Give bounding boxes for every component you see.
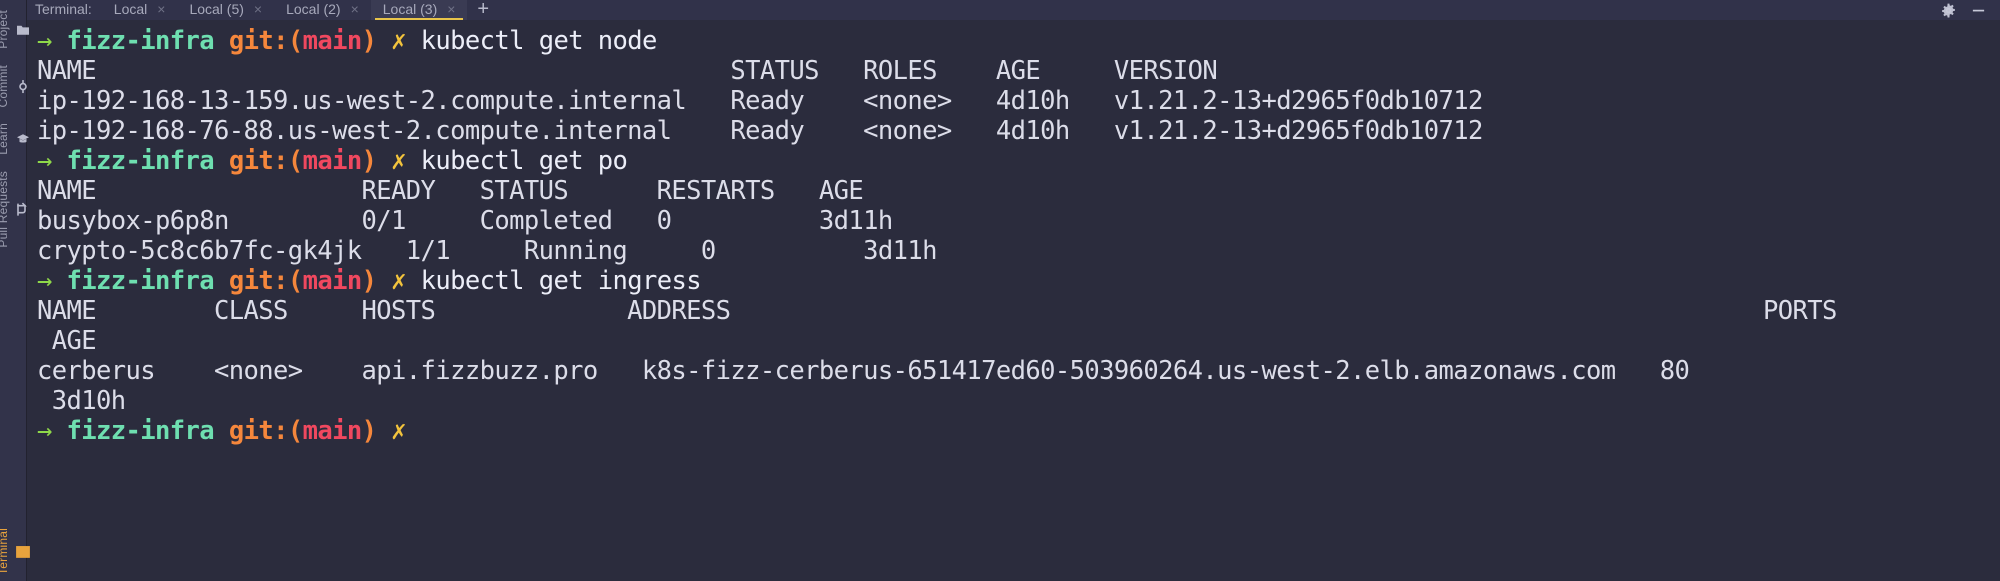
sidebar-item-pull-requests[interactable]: Pull Requests (0, 161, 33, 254)
folder-icon (16, 22, 30, 36)
close-icon[interactable]: × (157, 2, 165, 16)
commit-icon (16, 79, 30, 93)
prompt-git-open: git:( (228, 26, 303, 56)
sidebar-item-terminal-label: Terminal (0, 528, 10, 575)
prompt-status-icon: ✗ (391, 146, 406, 176)
terminal-command: kubectl get ingress (420, 266, 702, 296)
settings-gear-icon[interactable] (1940, 2, 1956, 18)
sidebar-item-learn-label: Learn (0, 123, 10, 155)
sidebar-item-project[interactable]: Project (0, 0, 33, 55)
prompt-git-open: git:( (228, 416, 303, 446)
sidebar-item-pull-requests-label: Pull Requests (0, 171, 10, 248)
add-tab-button[interactable]: + (467, 0, 499, 20)
prompt-arrow: → (37, 416, 52, 446)
terminal-command: kubectl get po (420, 146, 628, 176)
sidebar-item-project-label: Project (0, 10, 10, 49)
prompt-directory: fizz-infra (66, 266, 215, 296)
terminal-line: → fizz-infra git:(main) ✗ kubectl get po (37, 146, 2000, 176)
terminal-line: → fizz-infra git:(main) ✗ kubectl get no… (37, 26, 2000, 56)
pull-request-icon (16, 202, 30, 216)
prompt-git-open: git:( (228, 146, 303, 176)
terminal-line: crypto-5c8c6b7fc-gk4jk 1/1 Running 0 3d1… (37, 236, 937, 266)
terminal-line: NAME READY STATUS RESTARTS AGE (37, 176, 864, 206)
prompt-directory: fizz-infra (66, 416, 215, 446)
terminal-command: kubectl get node (420, 26, 658, 56)
prompt-directory: fizz-infra (66, 146, 215, 176)
sidebar-item-commit-label: Commit (0, 64, 10, 108)
prompt-status-icon: ✗ (391, 26, 406, 56)
prompt-git-open: git:( (228, 266, 303, 296)
prompt-status-icon: ✗ (391, 416, 406, 446)
prompt-git-branch: main (302, 146, 363, 176)
prompt-git-branch: main (302, 416, 363, 446)
tab-local-3[interactable]: Local (3) × (370, 0, 468, 20)
prompt-git-branch: main (302, 26, 363, 56)
prompt-directory: fizz-infra (66, 26, 215, 56)
tool-strip-top-group: Project Commit Learn Pull Requests (0, 0, 33, 254)
tab-local-2-label: Local (2) (286, 1, 341, 17)
prompt-status-icon: ✗ (391, 266, 406, 296)
prompt-git-close: ) (361, 146, 377, 176)
prompt-arrow: → (37, 146, 52, 176)
tab-local-5-label: Local (5) (189, 1, 244, 17)
tool-window-strip: Project Commit Learn Pull Requests Termi… (0, 0, 30, 581)
terminal-scrollbar[interactable] (1994, 20, 2000, 581)
terminal-line: busybox-p6p8n 0/1 Completed 0 3d11h (37, 206, 893, 236)
tab-bar-actions (1940, 2, 2000, 20)
terminal-line: → fizz-infra git:(main) ✗ (37, 416, 2000, 446)
tab-local[interactable]: Local × (102, 0, 178, 20)
terminal-main-column: Terminal: Local × Local (5) × Local (2) … (27, 0, 2000, 581)
terminal-line: ip-192-168-13-159.us-west-2.compute.inte… (37, 86, 1483, 116)
close-icon[interactable]: × (447, 2, 455, 16)
tab-bar-title: Terminal: (35, 1, 92, 17)
minimize-icon[interactable] (1970, 2, 1986, 18)
close-icon[interactable]: × (254, 2, 262, 16)
prompt-arrow: → (37, 266, 52, 296)
terminal-line: NAME STATUS ROLES AGE VERSION (37, 56, 1218, 86)
prompt-git-branch: main (302, 266, 363, 296)
sidebar-item-commit[interactable]: Commit (0, 55, 33, 114)
terminal-line: ip-192-168-76-88.us-west-2.compute.inter… (37, 116, 1483, 146)
tool-strip-bottom-group: Terminal (0, 518, 33, 581)
prompt-git-close: ) (361, 26, 377, 56)
prompt-git-close: ) (361, 416, 377, 446)
close-icon[interactable]: × (351, 2, 359, 16)
terminal-line: AGE (37, 326, 97, 356)
tab-local-2[interactable]: Local (2) × (274, 0, 371, 20)
prompt-arrow: → (37, 26, 52, 56)
terminal-window: Project Commit Learn Pull Requests Termi… (0, 0, 2000, 581)
terminal-line: cerberus <none> api.fizzbuzz.pro k8s-fiz… (37, 356, 1690, 386)
graduation-cap-icon (16, 132, 30, 146)
sidebar-item-terminal[interactable]: Terminal (0, 518, 33, 581)
terminal-line: 3d10h (37, 386, 126, 416)
terminal-line: → fizz-infra git:(main) ✗ kubectl get in… (37, 266, 2000, 296)
tab-local-5[interactable]: Local (5) × (177, 0, 274, 20)
terminal-tab-bar: Terminal: Local × Local (5) × Local (2) … (27, 0, 2000, 20)
sidebar-item-learn[interactable]: Learn (0, 113, 33, 161)
terminal-output-pane[interactable]: → fizz-infra git:(main) ✗ kubectl get no… (27, 20, 2000, 581)
prompt-git-close: ) (361, 266, 377, 296)
terminal-line: NAME CLASS HOSTS ADDRESS PORTS (37, 296, 1837, 326)
tab-local-3-label: Local (3) (382, 1, 438, 17)
terminal-icon (16, 545, 30, 559)
tab-local-label: Local (113, 1, 148, 17)
